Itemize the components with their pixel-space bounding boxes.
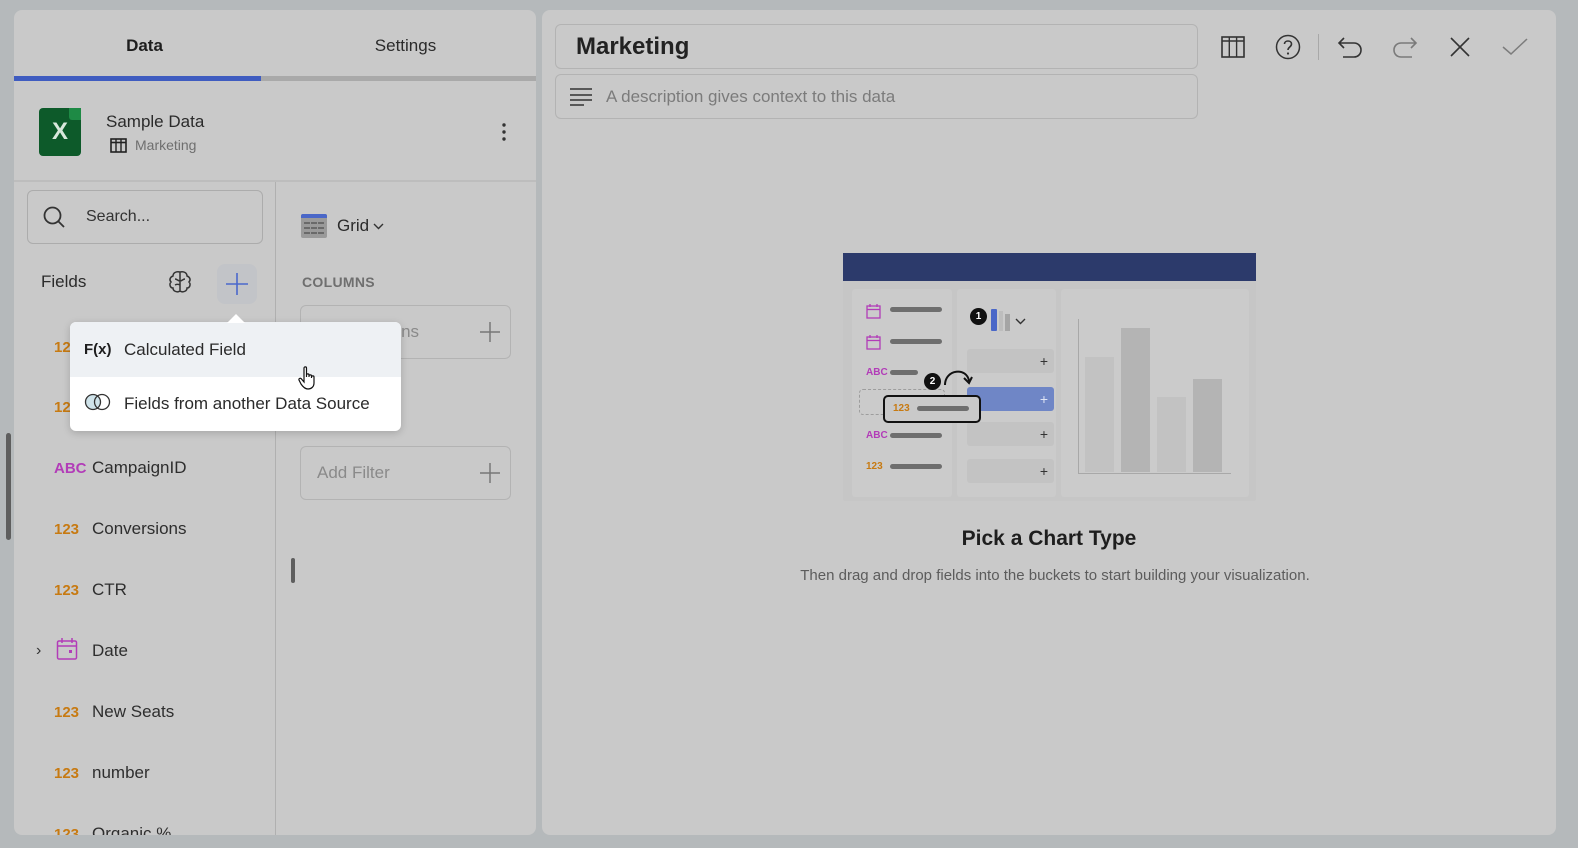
columns-label: COLUMNS <box>302 274 375 290</box>
expand-chevron-icon[interactable]: › <box>36 642 48 660</box>
calendar-icon <box>866 304 881 319</box>
panel-tabs: Data Settings <box>14 10 536 82</box>
field-name: New Seats <box>92 702 175 721</box>
title-input[interactable] <box>576 32 1176 61</box>
empty-state-title: Pick a Chart Type <box>961 527 1137 550</box>
field-item-organic[interactable]: 123 Organic % <box>36 820 171 835</box>
numeric-type-icon: 123 <box>54 581 80 599</box>
numeric-type-icon: 123 <box>54 764 80 782</box>
field-item-number[interactable]: 123 number <box>36 759 150 787</box>
chart-type-illustration: ABC ABC 123 + + + + 123 1 2 <box>843 253 1256 501</box>
confirm-button[interactable] <box>1498 30 1532 64</box>
add-filter-placeholder: Add Filter <box>317 463 390 482</box>
more-options-icon[interactable] <box>494 118 514 146</box>
close-button[interactable] <box>1443 30 1477 64</box>
brain-icon[interactable] <box>167 269 193 295</box>
text-type-icon: ABC <box>54 459 87 477</box>
text-lines-icon <box>570 87 592 106</box>
field-name: Organic % <box>92 824 172 835</box>
text-type-icon: ABC <box>866 430 888 441</box>
help-icon <box>1275 34 1301 60</box>
numeric-type-icon: 123 <box>54 520 80 538</box>
add-field-button[interactable] <box>217 264 257 304</box>
tab-data[interactable]: Data <box>14 10 275 82</box>
fields-scrollbar[interactable] <box>291 558 295 583</box>
description-input[interactable] <box>606 86 1166 107</box>
excel-icon: X <box>39 108 81 156</box>
menu-item-label: Calculated Field <box>124 339 246 359</box>
check-icon <box>1502 38 1528 56</box>
field-name: Conversions <box>92 519 187 538</box>
datasource-header: X Sample Data Marketing <box>14 82 536 182</box>
numeric-type-icon: 123 <box>54 703 80 721</box>
calendar-icon <box>866 335 881 350</box>
curved-arrow-icon <box>944 370 973 386</box>
column-divider <box>275 182 276 835</box>
illustration-bar <box>1157 397 1186 472</box>
add-field-menu: F(x) Calculated Field Fields from anothe… <box>70 314 401 431</box>
numeric-type-icon: 123 <box>54 825 80 836</box>
step-badge: 1 <box>970 308 987 325</box>
step-badge: 2 <box>924 373 941 390</box>
table-icon <box>110 137 127 153</box>
plus-icon <box>480 463 500 483</box>
undo-icon <box>1337 37 1362 58</box>
menu-item-label: Fields from another Data Source <box>124 394 370 413</box>
illustration-dragged-field: 123 <box>883 395 981 423</box>
editor-panel: ABC ABC 123 + + + + 12 <box>542 10 1556 835</box>
fields-label: Fields <box>41 272 87 291</box>
field-name: CTR <box>92 580 127 599</box>
tab-indicator <box>14 76 536 81</box>
add-filter-bucket[interactable]: Add Filter <box>300 446 511 500</box>
grid-chart-icon <box>301 214 327 238</box>
plus-icon <box>226 273 248 295</box>
search-icon <box>43 206 65 228</box>
redo-button[interactable] <box>1388 30 1422 64</box>
grid-view-icon <box>1221 36 1245 58</box>
tab-settings[interactable]: Settings <box>275 10 536 82</box>
function-icon: F(x) <box>84 341 112 358</box>
field-item-date[interactable]: › Date <box>36 637 128 665</box>
datasource-name: Sample Data <box>106 112 205 131</box>
sheet-name: Marketing <box>135 137 197 153</box>
grid-view-button[interactable] <box>1216 30 1250 64</box>
field-item-new-seats[interactable]: 123 New Seats <box>36 698 174 726</box>
illustration-header <box>843 253 1256 281</box>
redo-icon <box>1393 37 1418 58</box>
visualization-type-selector[interactable]: Grid <box>301 214 384 238</box>
numeric-type-icon: 123 <box>866 461 883 472</box>
illustration-chart-area <box>1061 289 1249 497</box>
close-icon <box>1450 37 1470 57</box>
field-item-conversions[interactable]: 123 Conversions <box>36 515 187 543</box>
field-search[interactable] <box>27 190 263 244</box>
illustration-bar <box>1085 357 1114 472</box>
illustration-bar <box>1193 379 1222 472</box>
text-type-icon: ABC <box>866 367 888 378</box>
overlapping-circles-icon <box>70 393 124 415</box>
illustration-fields-column: ABC ABC 123 <box>852 289 952 497</box>
menu-item-calculated-field[interactable]: F(x) Calculated Field <box>70 322 401 377</box>
plus-icon <box>480 322 500 342</box>
field-name: Date <box>92 641 128 660</box>
chevron-down-icon <box>1015 318 1026 325</box>
field-name: number <box>92 763 150 782</box>
editor-toolbar <box>1216 30 1553 64</box>
field-item-ctr[interactable]: 123 CTR <box>36 576 127 604</box>
empty-state-subtitle: Then drag and drop fields into the bucke… <box>800 567 1310 584</box>
hand-cursor-icon <box>298 366 315 390</box>
field-item-campaignid[interactable]: ABC CampaignID <box>36 454 187 482</box>
help-button[interactable] <box>1271 30 1305 64</box>
datasource-sheet: Marketing <box>110 137 196 153</box>
undo-button[interactable] <box>1333 30 1367 64</box>
search-input[interactable] <box>86 208 246 226</box>
toolbar-divider <box>1318 34 1319 60</box>
chevron-down-icon <box>373 223 384 229</box>
description-field[interactable] <box>555 74 1198 119</box>
illustration-bar <box>1121 328 1150 472</box>
page-scrollbar[interactable] <box>6 433 11 540</box>
field-name: CampaignID <box>92 458 187 477</box>
title-field[interactable] <box>555 24 1198 69</box>
menu-item-fields-from-another-source[interactable]: Fields from another Data Source <box>70 377 401 431</box>
visualization-type-label: Grid <box>337 216 370 235</box>
